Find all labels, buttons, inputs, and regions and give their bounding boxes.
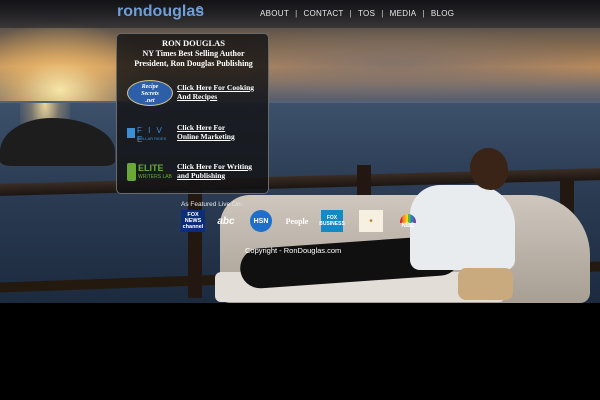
pillow — [458, 268, 513, 300]
five-logo-line: F I V E — [137, 126, 164, 144]
tv-show-logo: ★ — [359, 210, 383, 232]
railing-post — [188, 178, 202, 298]
nav-about[interactable]: ABOUT — [260, 9, 289, 18]
featured-label: As Featured Live On: — [181, 201, 243, 208]
elite-writers-logo[interactable]: ELITE WRITERS LAB — [127, 160, 173, 186]
recipe-secrets-logo[interactable]: Recipe Secrets .net — [127, 80, 173, 106]
nav-tos[interactable]: TOS — [358, 9, 375, 18]
elite-logo-pen-icon — [127, 163, 136, 181]
nbc-logo: NBC — [396, 210, 420, 232]
fox-news-logo-line: channel — [182, 224, 204, 230]
recipe-logo-line: Secrets — [141, 91, 159, 97]
recipe-logo-line: Recipe — [141, 84, 159, 90]
writing-link[interactable]: and Publishing — [177, 171, 225, 180]
fox-business-logo-line: BUSINESS — [319, 221, 345, 227]
nbc-logo-text: NBC — [401, 222, 415, 229]
author-name: RON DOUGLAS — [161, 38, 226, 48]
cooking-link[interactable]: Click Here For Cooking — [177, 83, 254, 92]
people-logo: People — [285, 216, 309, 226]
top-bar: rondouglas ABOUT | CONTACT | TOS | MEDIA… — [0, 0, 600, 28]
person-body — [410, 185, 515, 270]
fox-business-logo: FOX BUSINESS — [319, 210, 345, 232]
site-logo[interactable]: rondouglas — [117, 3, 204, 21]
recipe-logo-line: .net — [145, 98, 155, 104]
person-head — [470, 148, 508, 190]
marketing-link[interactable]: Click Here For — [177, 123, 225, 132]
nav-media[interactable]: MEDIA — [390, 9, 417, 18]
author-tagline: NY Times Best Selling Author — [142, 49, 245, 58]
nav-contact[interactable]: CONTACT — [303, 9, 343, 18]
abc-logo: abc — [217, 215, 235, 227]
clouds — [250, 28, 600, 98]
copyright-text: Copyright - RonDouglas.com — [245, 246, 342, 255]
five-logo-block-icon — [127, 128, 135, 138]
info-panel: RON DOUGLAS NY Times Best Selling Author… — [116, 33, 269, 194]
nbc-peacock-icon — [400, 213, 416, 223]
registered-mark-icon — [196, 6, 203, 13]
fox-news-logo: FOX NEWS channel — [181, 210, 205, 232]
hsn-logo: HSN — [250, 210, 272, 232]
main-nav: ABOUT | CONTACT | TOS | MEDIA | BLOG — [260, 9, 454, 18]
five-dollar-item[interactable]: F I V E DOLLAR RIDES Click Here For Onli… — [125, 122, 267, 152]
elite-logo-line: WRITERS LAB — [138, 174, 172, 180]
elite-writers-item[interactable]: ELITE WRITERS LAB Click Here For Writing… — [125, 160, 267, 190]
cooking-link[interactable]: And Recipes — [177, 92, 217, 101]
five-logo-line: DOLLAR RIDES — [137, 136, 167, 141]
recipe-secrets-item[interactable]: Recipe Secrets .net Click Here For Cooki… — [125, 80, 267, 110]
marketing-link[interactable]: Online Marketing — [177, 132, 235, 141]
nav-blog[interactable]: BLOG — [431, 9, 454, 18]
nav-separator: | — [422, 9, 425, 18]
five-dollar-logo[interactable]: F I V E DOLLAR RIDES — [127, 122, 173, 148]
author-title: President, Ron Douglas Publishing — [134, 59, 253, 68]
background-photo — [0, 0, 600, 303]
writing-link[interactable]: Click Here For Writing — [177, 162, 252, 171]
elite-logo-line: ELITE — [138, 163, 164, 173]
nav-separator: | — [381, 9, 384, 18]
nav-separator: | — [295, 9, 298, 18]
nav-separator: | — [349, 9, 353, 18]
